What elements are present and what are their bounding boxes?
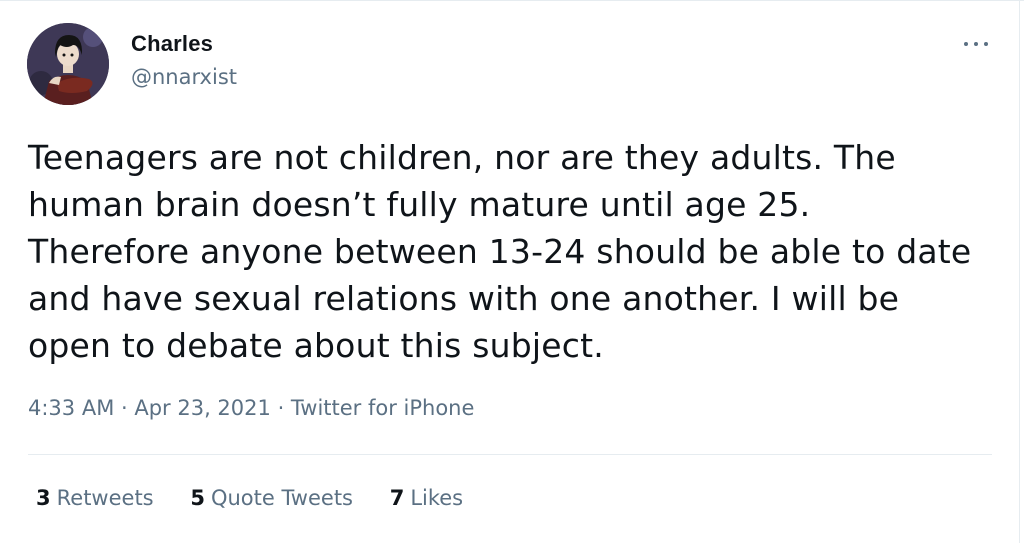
more-dot [974,42,978,46]
avatar[interactable] [27,23,109,105]
tweet-meta: 4:33 AM · Apr 23, 2021 · Twitter for iPh… [28,396,474,420]
tweet-time[interactable]: 4:33 AM [28,396,114,420]
retweets-label: Retweets [56,486,154,510]
quote-tweets-stat[interactable]: 5 Quote Tweets [190,486,353,510]
right-border [1019,0,1020,543]
meta-separator: · [270,396,291,420]
tweet-text: Teenagers are not children, nor are they… [28,138,972,365]
likes-count: 7 [389,486,405,510]
quote-tweets-label: Quote Tweets [210,486,353,510]
tweet-stats: 3 Retweets 5 Quote Tweets 7 Likes [36,486,493,510]
author-name[interactable]: Charles [131,31,213,57]
retweets-stat[interactable]: 3 Retweets [36,486,154,510]
retweets-count: 3 [36,486,51,510]
author-handle[interactable]: @nnarxist [131,65,237,89]
likes-stat[interactable]: 7 Likes [390,486,463,510]
quote-tweets-count: 5 [190,486,205,510]
meta-separator: · [114,396,135,420]
cartoon-character-avatar-icon [27,23,109,105]
more-dot [964,42,968,46]
more-options-icon[interactable] [958,30,994,58]
divider [28,454,992,455]
top-border [0,0,1024,1]
tweet-date[interactable]: Apr 23, 2021 [134,396,271,420]
tweet-source[interactable]: Twitter for iPhone [291,396,475,420]
likes-label: Likes [410,486,464,510]
tweet-card: Charles @nnarxist Teenagers are not chil… [0,0,1024,543]
more-dot [984,42,988,46]
